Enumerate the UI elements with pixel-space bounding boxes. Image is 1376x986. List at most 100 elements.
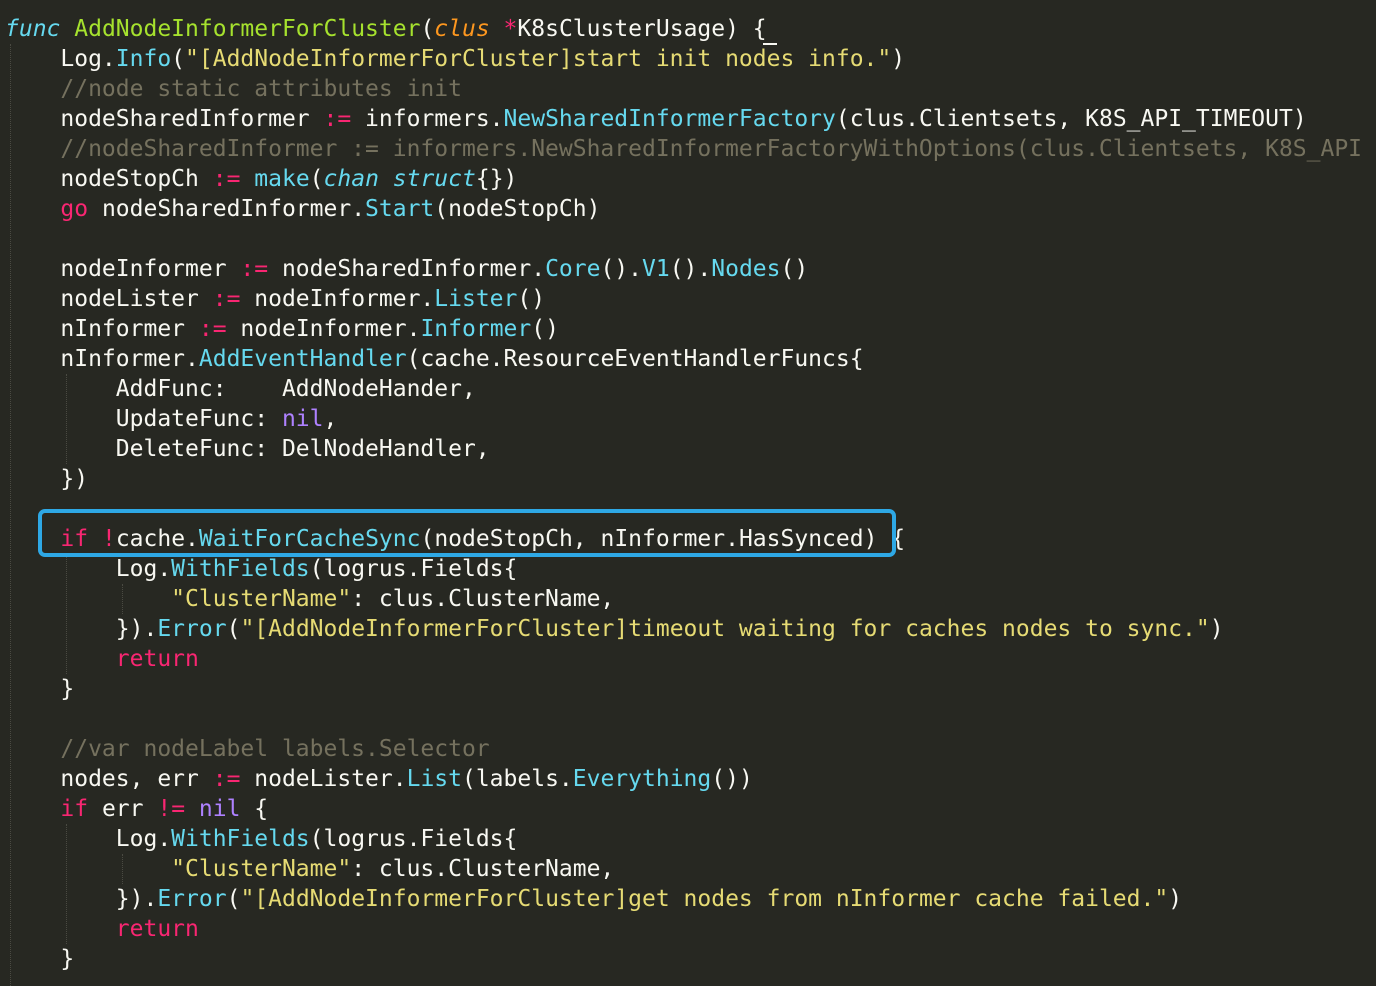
code-token: :=	[323, 106, 352, 132]
code-editor[interactable]: func AddNodeInformerForCluster(clus *K8s…	[0, 0, 1376, 986]
code-line[interactable]: "ClusterName": clus.ClusterName,	[5, 854, 614, 884]
code-token: func	[5, 16, 61, 42]
code-token: (	[309, 166, 324, 192]
matching-brace-underline	[763, 43, 777, 45]
code-line[interactable]: return	[5, 914, 199, 944]
code-token: (clus.Clientsets, K8S_API_TIMEOUT)	[835, 106, 1307, 132]
code-token: nodeInformer	[5, 256, 241, 282]
code-line[interactable]: DeleteFunc: DelNodeHandler,	[5, 434, 490, 464]
code-token: K8sClusterUsage) {	[517, 16, 767, 42]
code-token: chan struct	[323, 166, 476, 192]
code-token: (logrus.Fields{	[309, 826, 518, 852]
code-token: nInformer	[5, 316, 199, 342]
code-line[interactable]: nInformer := nodeInformer.Informer()	[5, 314, 559, 344]
code-token: List	[406, 766, 462, 792]
code-token: Everything	[572, 766, 712, 792]
code-token: Nodes	[711, 256, 781, 282]
code-line[interactable]: }).Error("[AddNodeInformerForCluster]tim…	[5, 614, 1224, 644]
code-token: Log.	[5, 826, 172, 852]
code-line[interactable]: Log.WithFields(logrus.Fields{	[5, 554, 518, 584]
code-token: !=	[157, 796, 186, 822]
code-line[interactable]: nodeInformer := nodeSharedInformer.Core(…	[5, 254, 808, 284]
highlight-box	[38, 509, 896, 557]
code-line[interactable]: nodes, err := nodeLister.List(labels.Eve…	[5, 764, 752, 794]
code-line[interactable]: //node static attributes init	[5, 74, 462, 104]
code-token: ().	[600, 256, 642, 282]
code-token: go	[60, 196, 89, 222]
code-token: *	[503, 16, 518, 42]
code-token: (logrus.Fields{	[309, 556, 518, 582]
code-token: nodeLister.	[240, 766, 407, 792]
code-token: "[AddNodeInformerForCluster]get nodes fr…	[240, 886, 1169, 912]
code-token: NewSharedInformerFactory	[503, 106, 836, 132]
code-line[interactable]: Log.WithFields(logrus.Fields{	[5, 824, 518, 854]
code-token: :=	[198, 316, 227, 342]
code-line[interactable]: nInformer.AddEventHandler(cache.Resource…	[5, 344, 864, 374]
code-token: UpdateFunc:	[5, 406, 282, 432]
code-token: Lister	[434, 286, 518, 312]
code-token: "ClusterName"	[171, 856, 352, 882]
code-token: :=	[212, 286, 241, 312]
code-line[interactable]: AddFunc: AddNodeHander,	[5, 374, 476, 404]
code-token: //var nodeLabel labels.Selector	[5, 736, 490, 762]
code-line[interactable]: "ClusterName": clus.ClusterName,	[5, 584, 614, 614]
code-token: nodeInformer.	[240, 286, 435, 312]
code-line[interactable]: nodeStopCh := make(chan struct{})	[5, 164, 517, 194]
code-token: :=	[212, 766, 241, 792]
code-line[interactable]: }).Error("[AddNodeInformerForCluster]get…	[5, 884, 1182, 914]
code-token: nInformer.	[5, 346, 199, 372]
code-line[interactable]: })	[5, 464, 88, 494]
code-token: Informer	[420, 316, 532, 342]
code-token: nodeStopCh	[5, 166, 213, 192]
code-token: ().	[669, 256, 712, 282]
code-token: (cache.ResourceEventHandlerFuncs{	[406, 346, 864, 372]
code-line[interactable]: if err != nil {	[5, 794, 268, 824]
code-token: Error	[157, 886, 227, 912]
code-token: AddEventHandler	[198, 346, 407, 372]
code-line[interactable]: //var nodeLabel labels.Selector	[5, 734, 490, 764]
code-line[interactable]: }	[5, 674, 74, 704]
code-token: }	[5, 946, 75, 972]
code-line[interactable]: }	[5, 944, 74, 974]
code-token: nodeLister	[5, 286, 213, 312]
code-token: (	[420, 16, 435, 42]
code-token: ,	[323, 406, 338, 432]
code-token: //node static attributes init	[5, 76, 462, 102]
code-token: :=	[240, 256, 269, 282]
code-line[interactable]: UpdateFunc: nil,	[5, 404, 338, 434]
code-token: )	[1168, 886, 1183, 912]
code-token: Log.	[5, 556, 172, 582]
code-line[interactable]: go nodeSharedInformer.Start(nodeStopCh)	[5, 194, 600, 224]
code-token: nodeSharedInformer.	[268, 256, 546, 282]
code-token: (nodeStopCh)	[434, 196, 601, 222]
code-line[interactable]: nodeLister := nodeInformer.Lister()	[5, 284, 545, 314]
code-token: AddFunc: AddNodeHander,	[5, 376, 476, 402]
code-token: )	[891, 46, 906, 72]
code-line[interactable]: Log.Info("[AddNodeInformerForCluster]sta…	[5, 44, 905, 74]
code-token: AddNodeInformerForCluster	[74, 16, 421, 42]
code-token: return	[115, 646, 199, 672]
code-line[interactable]: func AddNodeInformerForCluster(clus *K8s…	[5, 14, 767, 44]
code-token: Start	[365, 196, 435, 222]
code-token: err	[88, 796, 158, 822]
code-token: }).	[5, 616, 158, 642]
code-token: "[AddNodeInformerForCluster]start init n…	[185, 46, 892, 72]
code-token: DeleteFunc: DelNodeHandler,	[5, 436, 490, 462]
code-token: make	[254, 166, 310, 192]
code-token: "[AddNodeInformerForCluster]timeout wait…	[240, 616, 1210, 642]
code-token: (	[226, 886, 241, 912]
code-line[interactable]: //nodeSharedInformer := informers.NewSha…	[5, 134, 1362, 164]
code-token: nodeSharedInformer	[5, 106, 324, 132]
code-line[interactable]: nodeSharedInformer := informers.NewShare…	[5, 104, 1307, 134]
code-token: "ClusterName"	[171, 586, 352, 612]
code-token: Error	[157, 616, 227, 642]
code-line[interactable]: return	[5, 644, 199, 674]
code-token: return	[115, 916, 199, 942]
code-token: Info	[115, 46, 172, 72]
